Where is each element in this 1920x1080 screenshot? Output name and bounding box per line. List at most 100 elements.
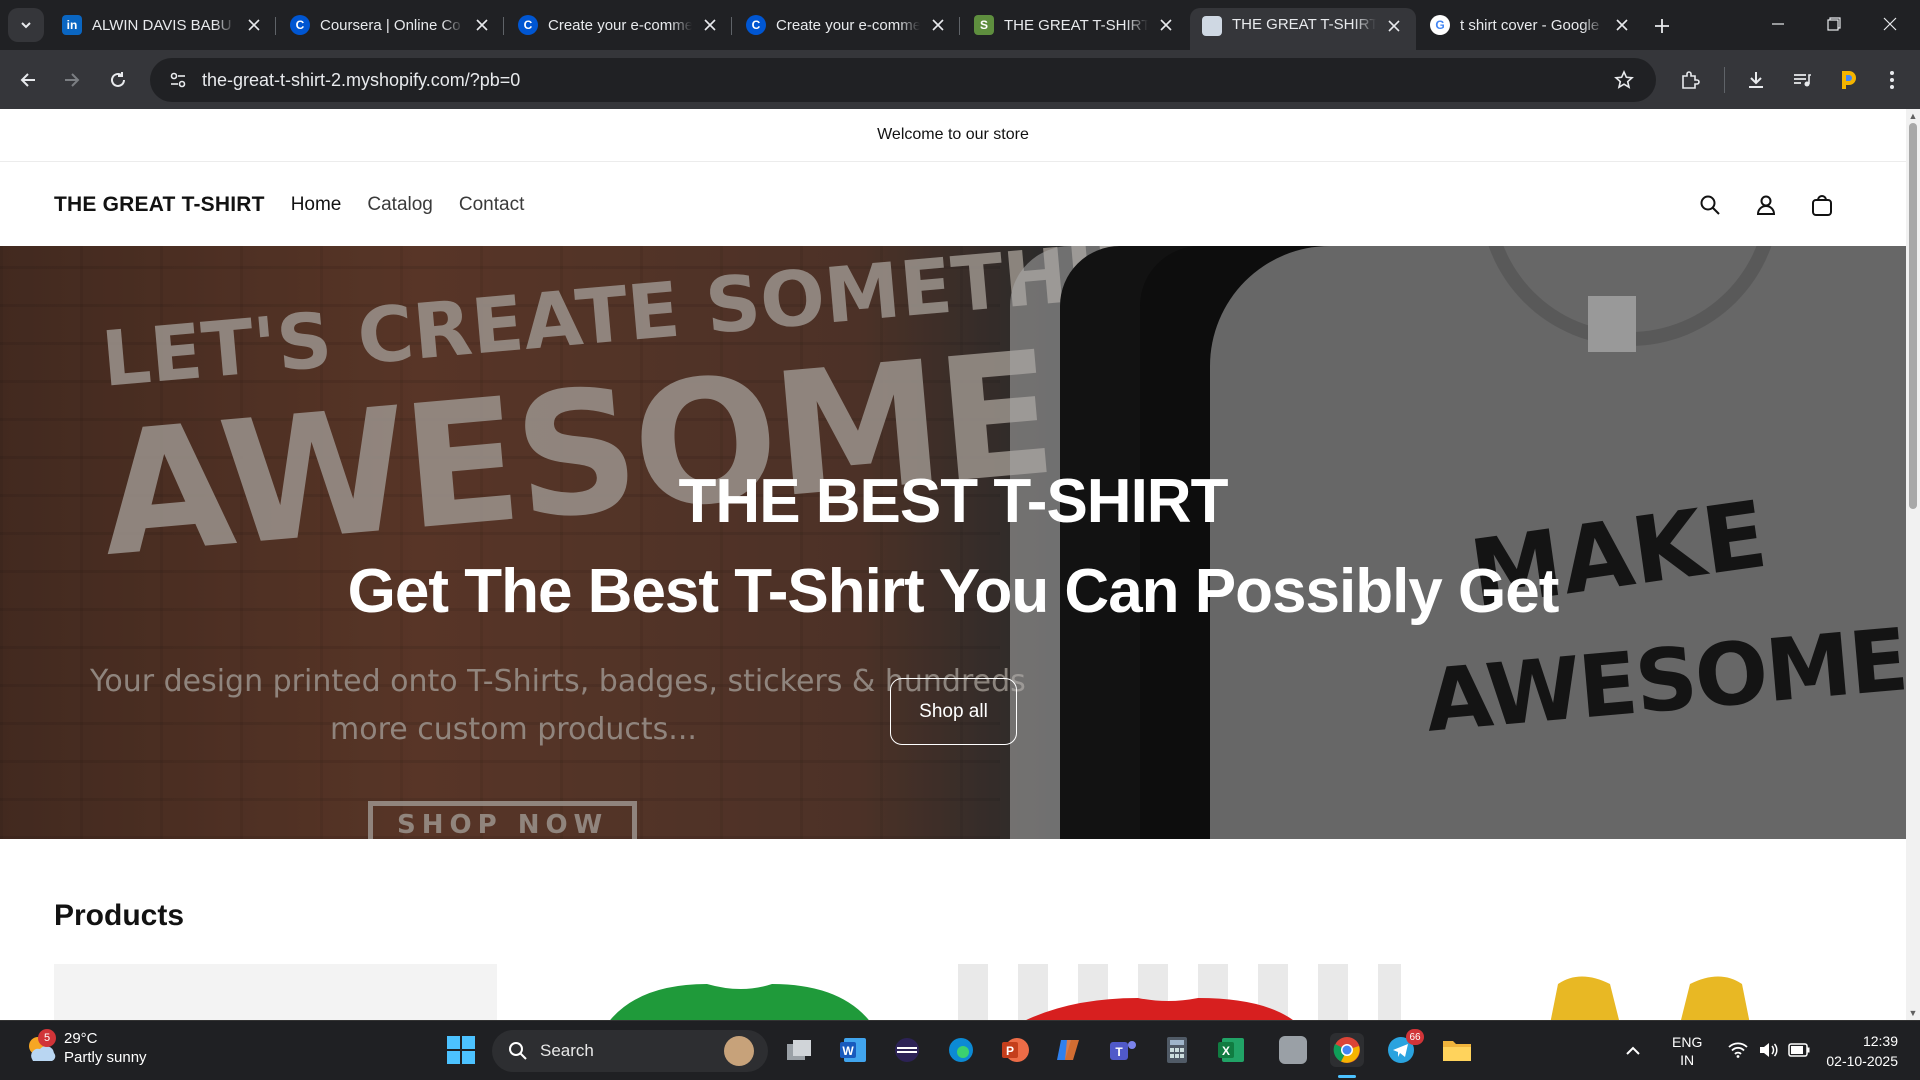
url-text[interactable]: the-great-t-shirt-2.myshopify.com/?pb=0 (202, 70, 1604, 91)
close-icon[interactable] (928, 15, 948, 35)
excel-icon[interactable]: X (1214, 1033, 1248, 1067)
powerpoint-icon[interactable]: P (998, 1033, 1032, 1067)
tab-create-ecommerce-1[interactable]: C Create your e-comme (506, 8, 732, 42)
close-window-button[interactable] (1862, 0, 1918, 48)
tab-separator (959, 17, 960, 35)
tab-google-search[interactable]: G t shirt cover - Google (1418, 8, 1644, 42)
search-icon[interactable] (1692, 187, 1728, 223)
profile-extension-button[interactable] (1830, 62, 1866, 98)
close-icon[interactable] (700, 15, 720, 35)
wifi-icon[interactable] (1728, 1042, 1748, 1061)
copilot-icon[interactable] (1052, 1033, 1086, 1067)
volume-icon[interactable] (1758, 1042, 1778, 1061)
scroll-down-icon[interactable]: ▼ (1908, 1008, 1918, 1018)
telegram-icon[interactable]: 66 (1384, 1029, 1424, 1067)
arrow-right-icon (65, 73, 80, 87)
product-card-2[interactable] (517, 964, 960, 1020)
tab-title: THE GREAT T-SHIRT (1232, 16, 1376, 33)
store-logo[interactable]: THE GREAT T-SHIRT (54, 193, 265, 217)
nav-contact[interactable]: Contact (459, 194, 524, 216)
close-icon[interactable] (1384, 16, 1404, 36)
svg-text:W: W (842, 1044, 854, 1058)
clock-time: 12:39 (1862, 1033, 1898, 1049)
store-header: THE GREAT T-SHIRT Home Catalog Contact (0, 163, 1906, 246)
teams-icon[interactable]: T (1106, 1033, 1140, 1067)
tab-title: Create your e-comme (776, 16, 920, 34)
task-view-icon[interactable] (782, 1033, 816, 1067)
bookmark-star-icon[interactable] (1604, 58, 1644, 102)
scrollbar-thumb[interactable] (1909, 123, 1917, 509)
more-vertical-icon (1890, 71, 1894, 89)
tab-linkedin[interactable]: in ALWIN DAVIS BABU | (50, 8, 276, 42)
tab-coursera[interactable]: C Coursera | Online Co (278, 8, 504, 42)
back-button[interactable] (10, 62, 46, 98)
yellow-tshirt-image (1550, 976, 1750, 1020)
hero-banner: LET'S CREATE SOMETHING AWESOME Your desi… (0, 246, 1906, 839)
reload-button[interactable] (100, 62, 136, 98)
tab-separator (275, 17, 276, 35)
downloads-button[interactable] (1738, 62, 1774, 98)
app-placeholder-icon[interactable] (1276, 1033, 1310, 1067)
tab-search-button[interactable] (8, 8, 44, 42)
browser-toolbar: the-great-t-shirt-2.myshopify.com/?pb=0 (0, 50, 1920, 109)
scroll-up-icon[interactable]: ▲ (1908, 111, 1918, 121)
eclipse-icon[interactable] (890, 1033, 924, 1067)
minimize-icon (1772, 23, 1784, 25)
tab-title: ALWIN DAVIS BABU | (92, 16, 236, 34)
file-explorer-icon[interactable] (1440, 1033, 1474, 1067)
chrome-icon[interactable] (1330, 1033, 1364, 1078)
close-icon[interactable] (1156, 15, 1176, 35)
red-tshirt-image (1026, 998, 1293, 1020)
tab-title: THE GREAT T-SHIRT - (1004, 16, 1148, 34)
restore-button[interactable] (1806, 0, 1862, 48)
nav-home[interactable]: Home (291, 194, 342, 216)
product-card-4[interactable] (1420, 964, 1863, 1020)
taskbar-clock[interactable]: 12:39 02-10-2025 (1826, 1031, 1898, 1071)
tab-shopify-admin[interactable]: S THE GREAT T-SHIRT - (962, 8, 1188, 42)
chevron-up-icon[interactable] (1620, 1046, 1646, 1056)
extension-logo-icon (1842, 71, 1856, 89)
new-tab-button[interactable] (1648, 12, 1676, 40)
close-icon[interactable] (472, 15, 492, 35)
tab-great-tshirt-active[interactable]: THE GREAT T-SHIRT (1190, 8, 1416, 50)
address-bar[interactable]: the-great-t-shirt-2.myshopify.com/?pb=0 (150, 58, 1656, 102)
site-info-icon[interactable] (158, 58, 198, 102)
tab-create-ecommerce-2[interactable]: C Create your e-comme (734, 8, 960, 42)
media-queue-icon (1794, 74, 1811, 87)
word-icon[interactable]: W (836, 1033, 870, 1067)
page-scrollbar[interactable]: ▲ ▼ (1906, 109, 1920, 1020)
coursera-icon: C (518, 15, 538, 35)
forward-button[interactable] (54, 62, 90, 98)
media-controls-button[interactable] (1784, 62, 1820, 98)
download-icon (1749, 72, 1763, 88)
nav-catalog[interactable]: Catalog (367, 194, 433, 216)
close-icon[interactable] (1612, 15, 1632, 35)
battery-icon[interactable] (1788, 1042, 1810, 1060)
start-button[interactable] (444, 1033, 478, 1067)
product-card-1[interactable] (54, 964, 497, 1020)
plus-icon (1655, 19, 1669, 33)
close-icon[interactable] (244, 15, 264, 35)
green-tshirt-image (610, 984, 869, 1020)
cart-icon[interactable] (1804, 187, 1840, 223)
windows-taskbar: 5 29°C Partly sunny Search W P T X 66 EN… (0, 1020, 1920, 1080)
chevron-down-icon (21, 22, 31, 29)
extensions-button[interactable] (1672, 62, 1708, 98)
tab-strip: in ALWIN DAVIS BABU | C Coursera | Onlin… (0, 0, 1920, 50)
coursera-icon: C (746, 15, 766, 35)
tab-title: Create your e-comme (548, 16, 692, 34)
language-indicator[interactable]: ENG IN (1672, 1033, 1702, 1069)
weather-widget[interactable]: 5 29°C Partly sunny (24, 1029, 147, 1067)
shop-all-button[interactable]: Shop all (890, 678, 1017, 745)
google-icon: G (1430, 15, 1450, 35)
taskbar-search[interactable]: Search (492, 1030, 768, 1072)
product-card-3[interactable] (958, 964, 1401, 1020)
calculator-icon[interactable] (1160, 1033, 1194, 1067)
edge-icon[interactable] (944, 1033, 978, 1067)
account-icon[interactable] (1748, 187, 1784, 223)
chrome-menu-button[interactable] (1874, 62, 1910, 98)
page-viewport: Welcome to our store THE GREAT T-SHIRT H… (0, 109, 1920, 1020)
language-line-2: IN (1680, 1052, 1695, 1068)
announcement-bar: Welcome to our store (0, 109, 1906, 162)
minimize-button[interactable] (1750, 0, 1806, 48)
